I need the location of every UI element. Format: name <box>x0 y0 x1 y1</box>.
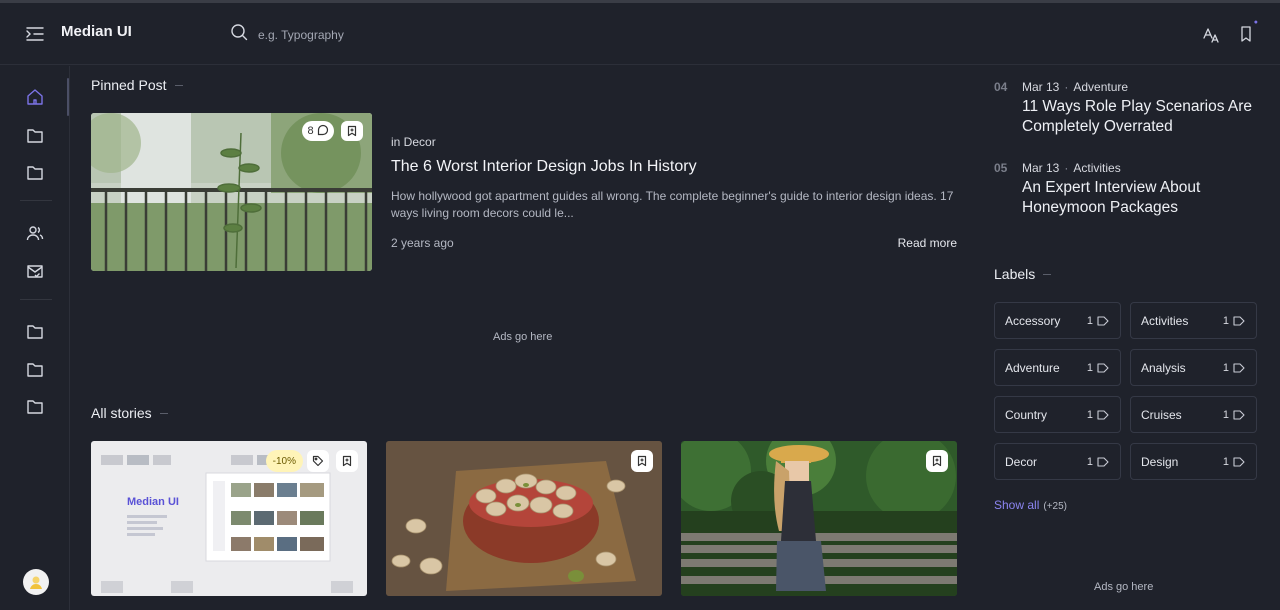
ads-placeholder: Ads go here <box>1094 581 1154 593</box>
comment-icon <box>317 124 329 139</box>
show-all-link[interactable]: Show all <box>994 498 1039 512</box>
bookmark-add-icon[interactable] <box>631 450 653 472</box>
story-card-image[interactable] <box>386 441 662 596</box>
label-tag-icon <box>1097 409 1109 420</box>
label-item[interactable]: Adventure 1 <box>994 349 1121 386</box>
label-name: Adventure <box>1005 360 1060 375</box>
trend-meta: Mar 13 · Adventure <box>1022 80 1129 94</box>
comment-count-chip[interactable]: 8 <box>302 121 334 141</box>
label-name: Design <box>1141 454 1179 469</box>
label-name: Analysis <box>1141 360 1186 375</box>
label-name: Accessory <box>1005 313 1061 328</box>
search-input[interactable] <box>258 27 478 42</box>
mail-check-icon[interactable] <box>24 260 46 282</box>
bookmark-add-icon[interactable] <box>336 450 358 472</box>
label-count: 1 <box>1222 314 1229 327</box>
folder-icon[interactable] <box>24 320 46 342</box>
label-count: 1 <box>1086 408 1093 421</box>
heading-dash <box>174 84 183 86</box>
label-name: Activities <box>1141 313 1189 328</box>
label-tag-icon <box>1233 409 1245 420</box>
all-stories-heading: All stories <box>91 405 168 421</box>
discount-badge: -10% <box>265 450 303 472</box>
label-count: 1 <box>1086 361 1093 374</box>
label-count: 1 <box>1222 408 1229 421</box>
label-item[interactable]: Activities 1 <box>1130 302 1257 339</box>
label-count: 1 <box>1222 455 1229 468</box>
label-item[interactable]: Accessory 1 <box>994 302 1121 339</box>
post-excerpt: How hollywood got apartment guides all w… <box>391 189 954 220</box>
all-stories-title: All stories <box>91 405 152 421</box>
bookmark-add-icon[interactable] <box>341 121 363 141</box>
label-count: 1 <box>1222 361 1229 374</box>
trend-category[interactable]: Adventure <box>1073 80 1128 94</box>
label-name: Cruises <box>1141 407 1182 422</box>
sidebar-divider <box>20 200 52 201</box>
comment-count: 8 <box>307 125 314 137</box>
bookmark-icon[interactable]: ● <box>1236 19 1258 45</box>
trend-title[interactable]: An Expert Interview About Honeymoon Pack… <box>1022 178 1262 218</box>
labels-title: Labels <box>994 266 1036 282</box>
folder-icon[interactable] <box>24 161 46 183</box>
pinned-post-title: Pinned Post <box>91 77 167 93</box>
label-item[interactable]: Country 1 <box>994 396 1121 433</box>
trend-meta: Mar 13 · Activities <box>1022 161 1121 175</box>
trend-category[interactable]: Activities <box>1073 161 1120 175</box>
label-name: Country <box>1005 407 1048 422</box>
show-all-count: (+25) <box>1043 501 1067 512</box>
trend-date: Mar 13 <box>1022 80 1060 94</box>
labels-heading: Labels <box>994 266 1052 282</box>
pinned-post-heading: Pinned Post <box>91 77 183 93</box>
post-time: 2 years ago <box>391 236 454 250</box>
trend-number: 04 <box>994 80 1008 94</box>
search-bar <box>230 23 478 46</box>
sidebar-divider <box>20 299 52 300</box>
translate-icon[interactable] <box>1200 23 1222 45</box>
post-title[interactable]: The 6 Worst Interior Design Jobs In Hist… <box>391 158 697 176</box>
pinned-post-image[interactable]: 8 <box>91 113 372 271</box>
folder-icon[interactable] <box>24 358 46 380</box>
label-tag-icon <box>1233 456 1245 467</box>
read-more-link[interactable]: Read more <box>898 236 957 250</box>
label-tag-icon <box>1097 456 1109 467</box>
mockup-brand-text: Median UI <box>127 496 179 508</box>
label-tag-icon <box>1097 315 1109 326</box>
home-icon[interactable] <box>24 86 46 108</box>
sidebar <box>0 66 70 610</box>
label-item[interactable]: Analysis 1 <box>1130 349 1257 386</box>
label-item[interactable]: Cruises 1 <box>1130 396 1257 433</box>
trend-date: Mar 13 <box>1022 161 1060 175</box>
menu-collapse-icon[interactable] <box>24 23 46 45</box>
label-tag-icon <box>1233 362 1245 373</box>
label-count: 1 <box>1086 455 1093 468</box>
story-card-image[interactable] <box>681 441 957 596</box>
folder-icon[interactable] <box>24 395 46 417</box>
trend-number: 05 <box>994 161 1008 175</box>
label-count: 1 <box>1086 314 1093 327</box>
trend-title[interactable]: 11 Ways Role Play Scenarios Are Complete… <box>1022 97 1262 137</box>
label-item[interactable]: Design 1 <box>1130 443 1257 480</box>
tag-icon[interactable] <box>307 450 329 472</box>
label-tag-icon <box>1097 362 1109 373</box>
story-card-image[interactable]: Median UI -10% <box>91 441 367 596</box>
bookmark-add-icon[interactable] <box>926 450 948 472</box>
label-tag-icon <box>1233 315 1245 326</box>
folder-icon[interactable] <box>24 124 46 146</box>
heading-dash <box>1043 273 1052 275</box>
label-name: Decor <box>1005 454 1038 469</box>
label-item[interactable]: Decor 1 <box>994 443 1121 480</box>
brand-title[interactable]: Median UI <box>61 23 132 40</box>
search-icon[interactable] <box>230 23 248 46</box>
show-all-labels[interactable]: Show all (+25) <box>994 498 1067 512</box>
post-category[interactable]: in Decor <box>391 135 436 149</box>
header: Median UI ● <box>0 3 1280 65</box>
header-actions: ● <box>1200 19 1258 45</box>
users-icon[interactable] <box>24 222 46 244</box>
notification-dot-icon: ● <box>1253 19 1258 26</box>
avatar[interactable] <box>23 569 49 595</box>
active-indicator <box>67 78 69 116</box>
ads-placeholder: Ads go here <box>493 331 553 343</box>
heading-dash <box>159 412 168 414</box>
